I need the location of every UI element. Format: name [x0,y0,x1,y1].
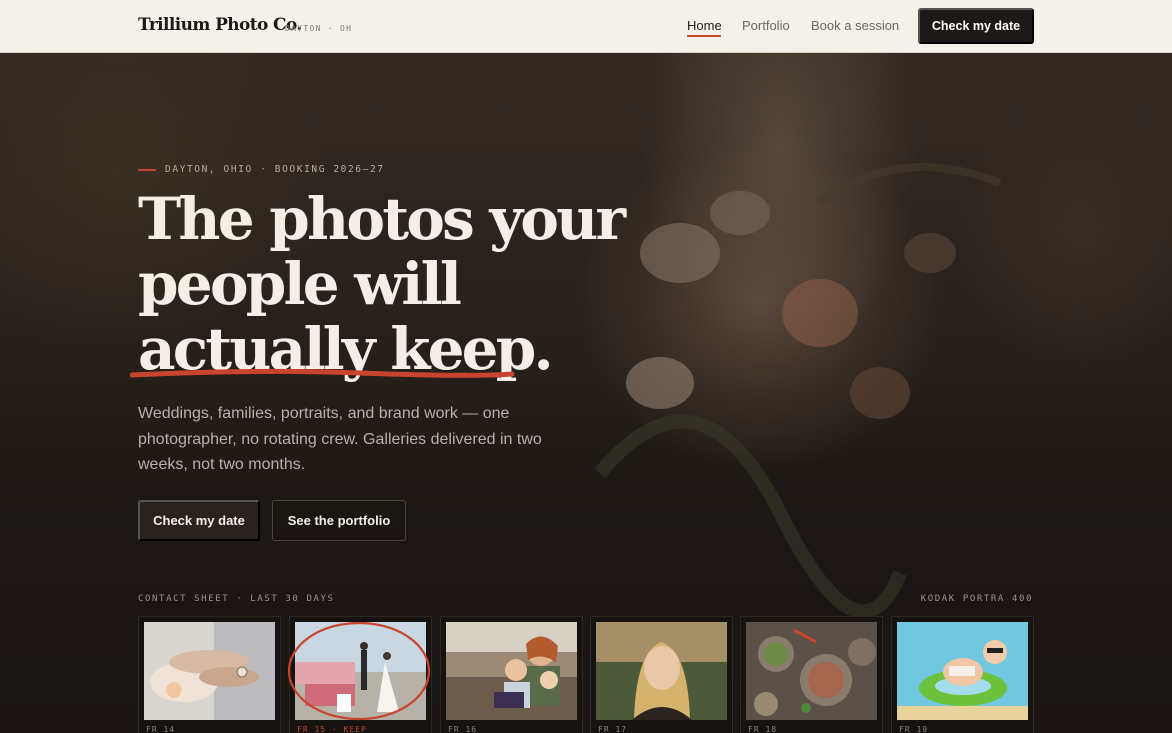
contact-frame[interactable]: FR 18 [740,616,883,733]
hero-headline: The photos your people will actually kee… [138,187,658,382]
headline-line-1: The photos your [138,185,626,253]
film-stock-label: KODAK PORTRA 400 [920,594,1033,604]
frame-caption: FR 17 [598,725,628,733]
nav-check-date-button[interactable]: Check my date [918,8,1034,44]
brand-logo[interactable]: Trillium Photo Co. [138,15,302,35]
family-on-couch-photo [446,622,577,720]
frame-caption: FR 16 [448,725,478,733]
food-table-photo [746,622,877,720]
headline-brush-underline [130,368,515,378]
see-portfolio-button[interactable]: See the portfolio [272,500,406,541]
nav-link-book-session[interactable]: Book a session [811,18,899,33]
eyebrow-accent-line [138,169,156,171]
hero-section: DAYTON, OHIO · BOOKING 2026–27 The photo… [0,53,1172,733]
hero-subtext: Weddings, families, portraits, and brand… [138,405,542,473]
frame-caption: FR 19 [899,725,929,733]
active-nav-underline [687,35,721,37]
nav-link-home[interactable]: Home [687,18,722,33]
contact-frame[interactable]: FR 16 [440,616,583,733]
keep-circle-marker [287,621,431,721]
baby-in-pool-float-photo [897,622,1028,720]
check-date-button[interactable]: Check my date [138,500,260,541]
hero-eyebrow: DAYTON, OHIO · BOOKING 2026–27 [165,164,385,175]
contact-frame[interactable]: FR 17 [590,616,733,733]
brand-location: DAYTON · OH [285,24,353,33]
frame-caption: FR 14 [146,725,176,733]
frame-caption: FR 15 · KEEP [297,725,367,733]
frame-caption: FR 18 [748,725,778,733]
nav-link-portfolio[interactable]: Portfolio [742,18,790,33]
woman-portrait-photo [596,622,727,720]
contact-frame[interactable]: FR 14 [138,616,281,733]
contact-frame[interactable]: FR 19 [891,616,1034,733]
hands-with-ring-photo [144,622,275,720]
top-nav: Trillium Photo Co. DAYTON · OH Home Port… [0,0,1172,53]
headline-line-2: people will [138,250,462,318]
contact-sheet-label: CONTACT SHEET · LAST 30 DAYS [138,594,335,604]
